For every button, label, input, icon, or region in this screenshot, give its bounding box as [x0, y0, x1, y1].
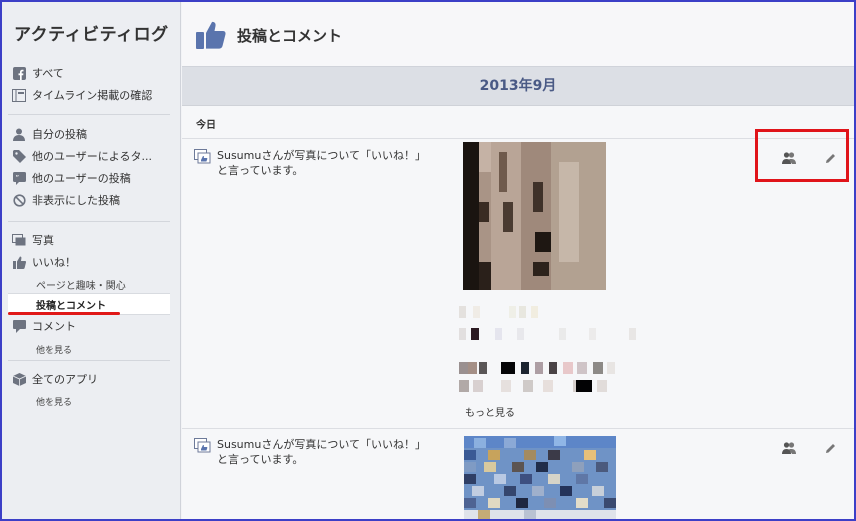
sidebar-item-all[interactable]: すべて	[12, 63, 64, 83]
pixelated-text	[459, 306, 538, 318]
sidebar-item-tagged-posts[interactable]: 他のユーザーによるタ...	[12, 146, 152, 166]
sidebar: アクティビティログ すべて タイムライン掲載の確認 自分の投稿 他のユーザーによ…	[2, 2, 181, 519]
pixelated-text	[459, 362, 615, 374]
sidebar-item-label: 写真	[32, 234, 54, 247]
month-header: 2013年9月	[182, 67, 854, 106]
divider	[8, 221, 170, 222]
sidebar-item-comments[interactable]: コメント	[12, 316, 76, 336]
friends-icon	[782, 439, 796, 458]
red-highlight-annotation	[755, 129, 849, 182]
divider	[8, 114, 170, 115]
pixelated-photo[interactable]	[464, 436, 616, 519]
page-title: 投稿とコメント	[237, 27, 343, 45]
sidebar-item-photos[interactable]: 写真	[12, 230, 54, 250]
story-text-line[interactable]: Susumuさんが写真について「いいね！」	[217, 437, 426, 452]
sidebar-see-more-link[interactable]: 他を見る	[36, 395, 72, 408]
story-text-line[interactable]: Susumuさんが写真について「いいね！」	[217, 148, 426, 163]
sidebar-item-label: 非表示にした投稿	[32, 194, 120, 207]
sidebar-item-timeline-review[interactable]: タイムライン掲載の確認	[12, 85, 152, 105]
sidebar-item-hidden-posts[interactable]: 非表示にした投稿	[12, 190, 120, 210]
sidebar-subitem-posts-comments[interactable]: 投稿とコメント	[36, 297, 106, 312]
thumbs-up-icon	[196, 20, 226, 54]
see-more-link[interactable]: もっと見る	[465, 404, 515, 419]
pixelated-text	[459, 328, 636, 340]
audience-button[interactable]	[780, 439, 798, 457]
red-underline-annotation	[8, 312, 120, 315]
like-photo-icon	[194, 149, 211, 168]
sidebar-item-own-posts[interactable]: 自分の投稿	[12, 124, 87, 144]
sidebar-item-label: タイムライン掲載の確認	[32, 89, 153, 102]
prohibited-icon	[12, 193, 26, 207]
sidebar-item-others-posts[interactable]: ” 他のユーザーの投稿	[12, 168, 131, 188]
tag-icon	[12, 149, 26, 163]
edit-button[interactable]	[821, 439, 839, 457]
story-text-line: と言っています。	[217, 453, 304, 466]
sidebar-item-label: 他のユーザーの投稿	[32, 172, 131, 185]
divider	[182, 138, 854, 139]
pencil-icon	[825, 439, 836, 458]
sidebar-see-more-link[interactable]: 他を見る	[36, 343, 72, 356]
sidebar-item-label: コメント	[32, 320, 76, 333]
sidebar-subitem-pages-interests[interactable]: ページと趣味・関心	[36, 277, 126, 292]
activity-story: Susumuさんが写真について「いいね！」 と言っています。	[194, 148, 444, 178]
comment-icon	[12, 319, 26, 333]
facebook-icon	[12, 66, 26, 80]
quote-icon: ”	[12, 171, 26, 185]
pixelated-photo[interactable]	[463, 142, 606, 290]
sidebar-item-label: 自分の投稿	[32, 128, 87, 141]
activity-story: Susumuさんが写真について「いいね！」 と言っています。	[194, 437, 444, 467]
app-frame: アクティビティログ すべて タイムライン掲載の確認 自分の投稿 他のユーザーによ…	[0, 0, 856, 521]
divider	[182, 428, 854, 429]
activity-feed: 今日 Susumuさんが写真について「いいね！」 と言っています。 もっと見る …	[182, 106, 854, 519]
sidebar-item-label: 他のユーザーによるタ...	[32, 150, 152, 163]
sidebar-item-label: 全てのアプリ	[32, 373, 98, 386]
sidebar-title: アクティビティログ	[14, 25, 169, 45]
person-icon	[12, 127, 26, 141]
day-label: 今日	[196, 120, 216, 131]
photos-icon	[12, 233, 26, 247]
sidebar-item-label: いいね！	[32, 256, 76, 269]
divider	[8, 360, 170, 361]
cube-icon	[12, 372, 26, 386]
svg-text:”: ”	[15, 174, 19, 182]
like-photo-icon	[194, 438, 211, 457]
sidebar-item-all-apps[interactable]: 全てのアプリ	[12, 369, 98, 389]
sidebar-item-likes[interactable]: いいね！	[12, 252, 76, 272]
page-header: 投稿とコメント	[182, 2, 854, 67]
pixelated-text	[459, 380, 607, 392]
sidebar-item-label: すべて	[32, 67, 64, 80]
story-text-line: と言っています。	[217, 164, 304, 177]
timeline-icon	[12, 88, 26, 102]
thumbs-up-icon	[12, 255, 26, 269]
